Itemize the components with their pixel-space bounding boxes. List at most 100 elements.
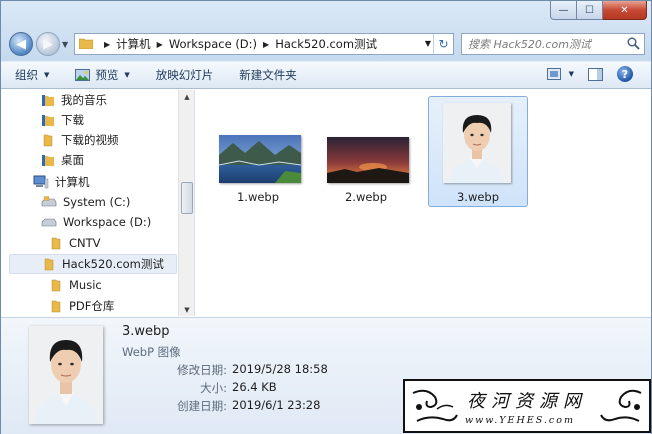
organize-button[interactable]: 组织 ▼ [15, 67, 49, 83]
folder-icon [49, 299, 63, 313]
modified-date-label: 修改日期: [177, 363, 227, 377]
created-date-value: 2019/6/1 23:28 [232, 398, 321, 412]
help-icon[interactable]: ? [617, 66, 633, 82]
computer-icon [33, 175, 49, 189]
tree-item-music[interactable]: Music [49, 275, 102, 295]
search-placeholder: 搜索 Hack520.com测试 [468, 38, 591, 51]
watermark-url: www.YEHES.com [465, 415, 575, 426]
back-button[interactable]: ◀ [9, 32, 33, 56]
organize-label: 组织 [15, 68, 38, 82]
download-folder-icon [41, 113, 55, 127]
preview-label: 预览 [95, 68, 119, 82]
preview-pane-icon [588, 67, 603, 81]
refresh-icon[interactable]: ↻ [433, 34, 453, 54]
scroll-up-icon[interactable]: ▲ [179, 93, 194, 101]
caption-buttons: — ☐ ✕ [550, 1, 647, 20]
chevron-down-icon: ▼ [124, 71, 130, 79]
file-item-3-webp[interactable]: 3.webp [428, 96, 528, 207]
ornament-left-icon [412, 389, 458, 422]
view-controls: ▼ ? [546, 66, 633, 82]
tree-item-cntv[interactable]: CNTV [49, 233, 101, 253]
explorer-window: — ☐ ✕ ◀ ▶ ▼ ▶ 计算机 ▶ Workspace (D:) ▶ Hac… [0, 0, 652, 434]
maximize-button[interactable]: ☐ [577, 1, 603, 20]
created-date-label: 创建日期: [177, 399, 227, 413]
file-name: 2.webp [344, 190, 388, 204]
nav-pane-scrollbar[interactable]: ▲ ▼ [178, 90, 194, 316]
search-box[interactable]: 搜索 Hack520.com测试 [461, 33, 645, 55]
search-icon[interactable] [627, 37, 640, 53]
lake-landscape-thumbnail [219, 135, 301, 183]
file-item-2-webp[interactable]: 2.webp [320, 120, 412, 210]
scrollbar-thumb[interactable] [181, 182, 193, 214]
tree-item-label: 下载的视频 [61, 133, 119, 147]
tree-item-downloads[interactable]: 下载 [41, 110, 84, 130]
navigation-pane: 我的音乐 下载 下载的视频 桌面 计算机 System (C:) Workspa… [1, 90, 195, 316]
slideshow-button[interactable]: 放映幻灯片 [156, 67, 214, 83]
tree-item-label: Music [69, 278, 102, 292]
tree-item-downloaded-videos[interactable]: 下载的视频 [41, 130, 119, 150]
breadcrumb-separator[interactable]: ▶ [104, 40, 110, 49]
address-dropdown-icon[interactable]: ▼ [425, 39, 431, 48]
modified-date-value: 2019/5/28 18:58 [232, 362, 328, 376]
view-icon [546, 68, 561, 80]
file-name: 3.webp [456, 190, 500, 204]
new-folder-button[interactable]: 新建文件夹 [239, 67, 297, 83]
preview-button[interactable]: 预览 ▼ [75, 67, 130, 83]
tree-item-hack520-folder[interactable]: Hack520.com测试 [9, 254, 177, 274]
details-file-name: 3.webp [122, 324, 170, 339]
tree-item-label: System (C:) [63, 195, 131, 209]
breadcrumb-separator[interactable]: ▶ [157, 40, 163, 49]
tree-item-label: 计算机 [55, 175, 90, 189]
tree-item-label: 我的音乐 [61, 93, 107, 107]
breadcrumb-separator[interactable]: ▶ [263, 40, 269, 49]
portrait-photo-thumbnail [443, 103, 511, 183]
file-name: 1.webp [236, 190, 280, 204]
title-bar: — ☐ ✕ ◀ ▶ ▼ ▶ 计算机 ▶ Workspace (D:) ▶ Hac… [1, 1, 651, 61]
watermark-title: 夜河资源网 [467, 391, 587, 412]
breadcrumb-workspace-drive[interactable]: Workspace (D:) [169, 37, 257, 51]
music-library-icon [41, 93, 55, 107]
change-view-button[interactable]: ▼ [546, 68, 574, 80]
tree-item-computer[interactable]: 计算机 [33, 172, 90, 192]
tree-item-label: 下载 [61, 113, 84, 127]
close-button[interactable]: ✕ [603, 1, 647, 20]
tree-item-label: Workspace (D:) [63, 215, 152, 229]
command-bar: 组织 ▼ 预览 ▼ 放映幻灯片 新建文件夹 ▼ ? [1, 61, 651, 89]
folder-icon [78, 37, 94, 52]
chevron-down-icon: ▼ [568, 70, 574, 78]
ornament-right-icon [600, 389, 642, 422]
tree-item-label: CNTV [69, 236, 101, 250]
size-value: 26.4 KB [232, 380, 277, 394]
file-item-1-webp[interactable]: 1.webp [212, 120, 304, 210]
tree-item-my-music[interactable]: 我的音乐 [41, 90, 107, 110]
details-file-type: WebP 图像 [122, 345, 181, 359]
folder-icon [42, 257, 56, 271]
preview-pane-button[interactable] [588, 67, 603, 81]
tree-item-pdf-repo[interactable]: PDF仓库 [49, 296, 114, 316]
tree-item-label: Hack520.com测试 [62, 257, 164, 271]
tree-item-desktop[interactable]: 桌面 [41, 150, 84, 170]
recent-pages-dropdown-icon[interactable]: ▼ [62, 40, 68, 49]
system-drive-icon [41, 196, 57, 208]
breadcrumb-current-folder[interactable]: Hack520.com测试 [275, 36, 377, 52]
chevron-down-icon: ▼ [44, 71, 50, 79]
preview-icon [75, 69, 91, 81]
tree-item-workspace-drive[interactable]: Workspace (D:) [41, 212, 151, 232]
sunset-sky-thumbnail [327, 137, 409, 183]
folder-icon [49, 278, 63, 292]
forward-button[interactable]: ▶ [36, 32, 60, 56]
navigation-buttons: ◀ ▶ ▼ [9, 32, 68, 56]
selected-file-preview [29, 326, 103, 424]
tree-item-system-drive[interactable]: System (C:) [41, 192, 130, 212]
size-label: 大小: [200, 381, 227, 395]
minimize-button[interactable]: — [550, 1, 577, 20]
tree-item-label: 桌面 [61, 153, 84, 167]
folder-icon [49, 236, 63, 250]
tree-item-label: PDF仓库 [69, 299, 115, 313]
drive-icon [41, 216, 57, 228]
desktop-folder-icon [41, 153, 55, 167]
folder-icon [41, 133, 55, 147]
address-bar[interactable]: ▶ 计算机 ▶ Workspace (D:) ▶ Hack520.com测试 ▼… [74, 33, 454, 55]
scroll-down-icon[interactable]: ▼ [179, 306, 194, 314]
breadcrumb-computer[interactable]: 计算机 [116, 36, 151, 52]
